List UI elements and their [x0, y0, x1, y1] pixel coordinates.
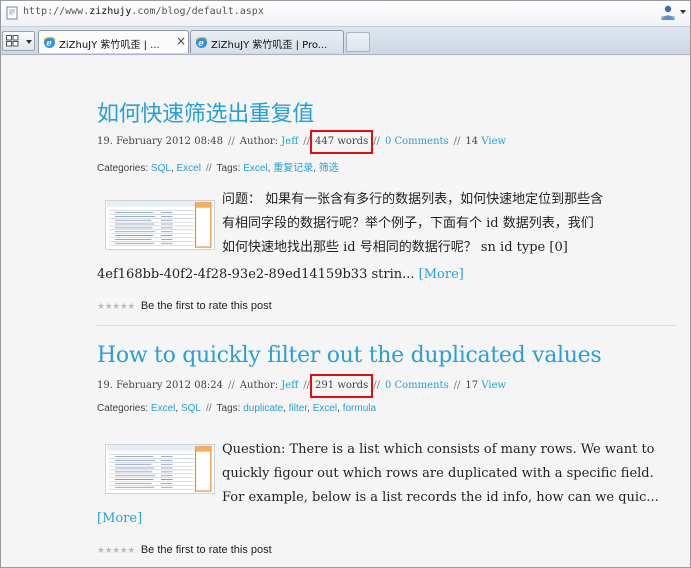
comments-link[interactable]: 0 Comments	[385, 380, 449, 391]
excerpt-line: 4ef168bb-40f2-4f28-93e2-89ed14159b33 str…	[97, 267, 419, 282]
tab-zizhujy-inactive[interactable]: e ZiZhuJY 紫竹叽歪 | Pro...	[190, 30, 344, 53]
tab-label: ZiZhuJY 紫竹叽歪 | ...	[59, 40, 160, 51]
browser-window: http://www.zizhujy.com/blog/default.aspx…	[0, 0, 691, 568]
tag-link[interactable]: 筛选	[319, 163, 339, 174]
excerpt-line: 有相同字段的数据行呢？举个例子，下面有个 id 数据列表，我们	[222, 216, 594, 231]
author-link[interactable]: Jeff	[281, 136, 298, 147]
excerpt-line: quickly figour out which rows are duplic…	[222, 466, 654, 481]
excerpt-line: 如何快速地找出那些 id 号相同的数据行呢？ sn id type [0]	[222, 240, 568, 255]
ie-logo-icon: e	[43, 36, 56, 49]
tag-link[interactable]: duplicate	[243, 403, 283, 414]
category-link[interactable]: Excel	[151, 403, 175, 414]
post-2: How to quickly filter out the duplicated…	[97, 343, 677, 368]
quick-tabs-button[interactable]	[2, 31, 35, 51]
rating-stars-icon[interactable]: ★★★★★	[97, 545, 135, 555]
categories-label: Categories:	[97, 403, 149, 414]
author-label: Author:	[239, 380, 279, 391]
more-link[interactable]: [More]	[419, 267, 464, 282]
tags-label: Tags:	[216, 163, 241, 174]
close-tab-icon[interactable]: ×	[176, 34, 186, 48]
post-excerpt: 问题： 如果有一张含有多行的数据列表，如何快速地定位到那些含 有相同字段的数据行…	[222, 188, 682, 260]
post-excerpt: Question: There is a list which consists…	[222, 438, 682, 510]
tab-list-dropdown-icon[interactable]	[26, 40, 32, 44]
more-link[interactable]: [More]	[97, 511, 142, 526]
ie-logo-icon: e	[195, 36, 208, 49]
post-excerpt-tail: 4ef168bb-40f2-4f28-93e2-89ed14159b33 str…	[97, 263, 677, 287]
categories-label: Categories:	[97, 163, 149, 174]
author-label: Author:	[239, 136, 279, 147]
post-categories: Categories: SQL, Excel//Tags: Excel, 重复记…	[97, 163, 339, 174]
post-categories: Categories: Excel, SQL//Tags: duplicate,…	[97, 403, 377, 414]
word-count: 291 words	[310, 374, 374, 398]
post-meta: 19. February 2012 08:48//Author: Jeff//4…	[97, 130, 677, 154]
post-thumbnail-image	[105, 444, 215, 494]
tag-link[interactable]: filter	[289, 403, 307, 414]
post-thumbnail-image	[105, 200, 215, 250]
page-favicon-icon	[6, 6, 18, 20]
tab-bar: e ZiZhuJY 紫竹叽歪 | ... × e ZiZhuJY 紫竹叽歪 | …	[1, 27, 690, 55]
excerpt-line: 问题： 如果有一张含有多行的数据列表，如何快速地定位到那些含	[222, 192, 604, 207]
tags-label: Tags:	[216, 403, 241, 414]
svg-text:e: e	[46, 39, 52, 49]
post-divider	[97, 325, 677, 326]
category-link[interactable]: Excel	[177, 163, 201, 174]
word-count: 447 words	[310, 130, 374, 154]
svg-text:e: e	[198, 39, 204, 49]
rating-stars-icon[interactable]: ★★★★★	[97, 301, 135, 311]
post-date: 19. February 2012 08:48	[97, 136, 224, 147]
highlight-box	[310, 374, 374, 398]
category-link[interactable]: SQL	[181, 403, 201, 414]
tag-link[interactable]: 重复记录	[273, 163, 313, 174]
blog-page: 如何快速筛选出重复值 19. February 2012 08:48//Auth…	[1, 56, 690, 567]
view-link[interactable]: View	[481, 380, 506, 391]
quick-tabs-grid-icon	[6, 35, 19, 47]
post-excerpt-tail: [More]	[97, 507, 677, 531]
post-meta: 19. February 2012 08:24//Author: Jeff//2…	[97, 374, 677, 398]
post-title[interactable]: 如何快速筛选出重复值	[97, 96, 677, 128]
highlight-box	[310, 130, 374, 154]
address-bar[interactable]: http://www.zizhujy.com/blog/default.aspx	[1, 1, 690, 27]
tag-link[interactable]: formula	[343, 403, 376, 414]
toolbar-dropdown-arrow-icon[interactable]	[680, 10, 686, 14]
rating-text: Be the first to rate this post	[140, 544, 272, 556]
post-date: 19. February 2012 08:24	[97, 380, 224, 391]
post-1: 如何快速筛选出重复值	[97, 96, 677, 128]
post-rating[interactable]: ★★★★★ Be the first to rate this post	[97, 544, 272, 556]
tab-label: ZiZhuJY 紫竹叽歪 | Pro...	[211, 40, 328, 51]
user-profile-icon[interactable]	[659, 4, 677, 22]
new-tab-button[interactable]	[346, 32, 370, 52]
tag-link[interactable]: Excel	[243, 163, 267, 174]
tab-zizhujy-active[interactable]: e ZiZhuJY 紫竹叽歪 | ... ×	[38, 30, 189, 53]
post-rating[interactable]: ★★★★★ Be the first to rate this post	[97, 300, 272, 312]
tag-link[interactable]: Excel	[313, 403, 337, 414]
view-count: 14	[465, 136, 479, 147]
url-text[interactable]: http://www.zizhujy.com/blog/default.aspx	[23, 6, 264, 17]
author-link[interactable]: Jeff	[281, 380, 298, 391]
post-title[interactable]: How to quickly filter out the duplicated…	[97, 343, 677, 368]
excerpt-line: Question: There is a list which consists…	[222, 442, 655, 457]
category-link[interactable]: SQL	[151, 163, 171, 174]
view-count: 17	[465, 380, 479, 391]
view-link[interactable]: View	[481, 136, 506, 147]
comments-link[interactable]: 0 Comments	[385, 136, 449, 147]
rating-text: Be the first to rate this post	[140, 300, 272, 312]
